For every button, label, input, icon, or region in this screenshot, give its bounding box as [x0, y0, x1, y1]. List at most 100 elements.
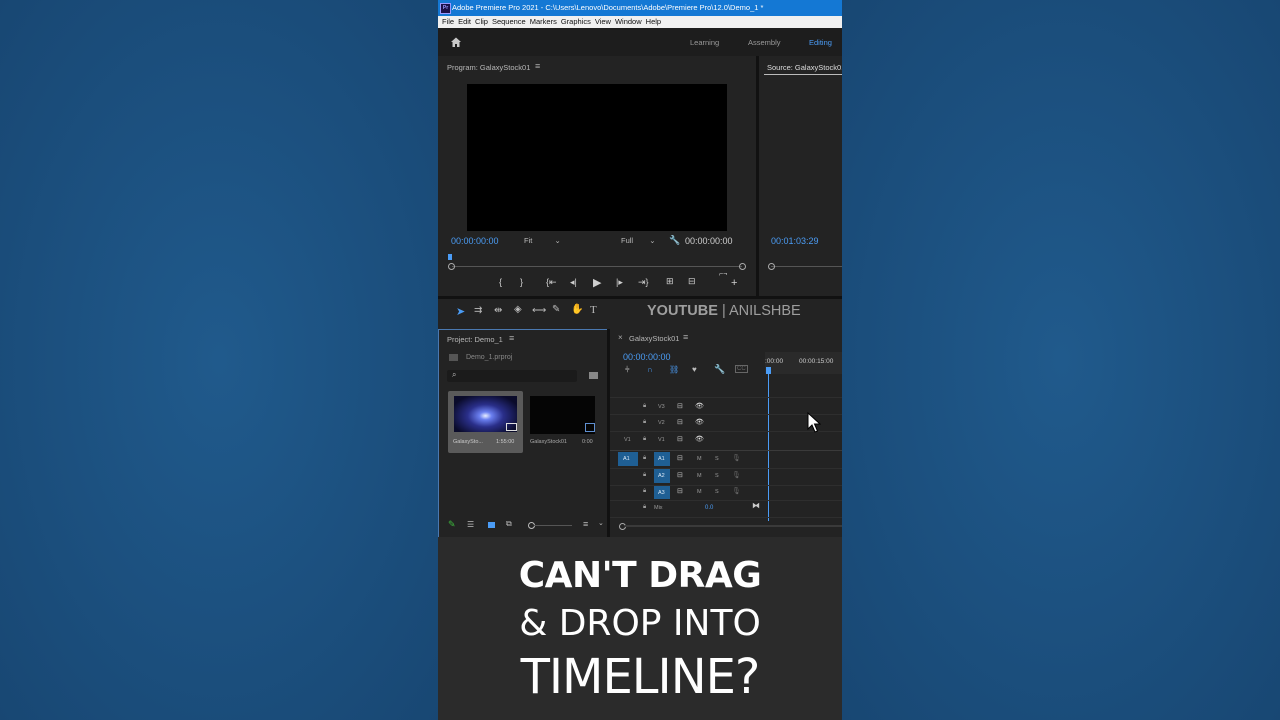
- insert-nest-icon[interactable]: ⫩: [625, 365, 630, 375]
- step-back-icon[interactable]: ◂|: [570, 277, 577, 288]
- track-label-v2[interactable]: V2: [658, 420, 665, 426]
- menu-window[interactable]: Window: [615, 17, 642, 26]
- solo-button[interactable]: S: [715, 456, 719, 462]
- sync-lock-icon[interactable]: ⊟: [677, 471, 683, 479]
- icon-view-icon[interactable]: [488, 522, 495, 528]
- playhead-head[interactable]: [766, 367, 771, 374]
- sync-lock-icon[interactable]: ⊟: [677, 435, 683, 443]
- lock-icon[interactable]: 🔒︎: [643, 504, 646, 511]
- step-forward-icon[interactable]: |▸: [616, 277, 623, 288]
- program-playhead-timecode[interactable]: 00:00:00:00: [451, 236, 499, 246]
- panel-menu-icon[interactable]: ≡: [535, 61, 540, 71]
- scroll-handle-left[interactable]: [448, 263, 455, 270]
- timeline-timecode[interactable]: 00:00:00:00: [623, 352, 671, 362]
- menu-edit[interactable]: Edit: [458, 17, 471, 26]
- source-scrub-bar[interactable]: [771, 266, 842, 267]
- source-monitor-title[interactable]: Source: GalaxyStock01: [767, 63, 842, 72]
- go-to-end-icon[interactable]: ⧓: [752, 501, 760, 510]
- project-search-input[interactable]: [447, 370, 577, 382]
- selection-tool-icon[interactable]: ➤: [456, 305, 465, 318]
- source-timecode[interactable]: 00:01:03:29: [771, 236, 819, 246]
- mark-in-icon[interactable]: {: [499, 277, 502, 287]
- slip-tool-icon[interactable]: ⟷: [532, 305, 546, 316]
- chevron-down-icon[interactable]: ⌄: [598, 519, 604, 527]
- pen-tool-icon[interactable]: ✎: [552, 304, 560, 315]
- menu-sequence[interactable]: Sequence: [492, 17, 526, 26]
- program-monitor-title[interactable]: Program: GalaxyStock01: [447, 63, 530, 72]
- sync-lock-icon[interactable]: ⊟: [677, 418, 683, 426]
- lift-icon[interactable]: ⊞: [666, 276, 674, 287]
- microphone-icon[interactable]: 🎙︎: [732, 487, 741, 495]
- menu-help[interactable]: Help: [646, 17, 661, 26]
- sync-lock-icon[interactable]: ⊟: [677, 454, 683, 462]
- workspace-editing[interactable]: Editing: [809, 38, 832, 47]
- lock-icon[interactable]: 🔒︎: [643, 403, 646, 410]
- extract-icon[interactable]: ⊟: [688, 276, 696, 287]
- settings-wrench-icon[interactable]: 🔧: [714, 364, 725, 375]
- mute-button[interactable]: M: [697, 473, 702, 479]
- sync-lock-icon[interactable]: ⊟: [677, 402, 683, 410]
- zoom-level-dropdown[interactable]: Fit ⌄: [524, 236, 561, 245]
- export-frame-icon[interactable]: ⌐¬: [719, 271, 727, 278]
- play-icon[interactable]: ▶: [593, 276, 601, 289]
- mark-out-icon[interactable]: }: [520, 277, 523, 287]
- scrub-bar[interactable]: [452, 266, 742, 267]
- timeline-horizontal-scrollbar[interactable]: [625, 525, 842, 527]
- scroll-handle-right[interactable]: [739, 263, 746, 270]
- mute-button[interactable]: M: [697, 456, 702, 462]
- eye-icon[interactable]: 👁︎: [695, 418, 704, 426]
- microphone-icon[interactable]: 🎙︎: [732, 471, 741, 479]
- source-patch-v1[interactable]: V1: [624, 437, 631, 443]
- panel-menu-icon[interactable]: ≡: [683, 332, 688, 342]
- clip-thumbnail-card[interactable]: GalaxySto... 1:55:00: [448, 391, 523, 453]
- wrench-icon[interactable]: 🔧: [669, 235, 680, 246]
- menu-file[interactable]: File: [442, 17, 454, 26]
- home-icon[interactable]: [450, 36, 462, 48]
- add-marker-icon[interactable]: ♥: [692, 365, 697, 374]
- go-to-in-icon[interactable]: {⇤: [546, 277, 557, 288]
- snap-magnet-icon[interactable]: ∩: [647, 365, 653, 374]
- eye-icon[interactable]: 👁︎: [695, 435, 704, 443]
- playback-resolution-dropdown[interactable]: Full ⌄: [621, 236, 655, 245]
- menu-graphics[interactable]: Graphics: [561, 17, 591, 26]
- project-panel-title[interactable]: Project: Demo_1: [447, 335, 503, 344]
- captions-icon[interactable]: CC: [735, 365, 748, 373]
- add-button-icon[interactable]: +: [731, 277, 737, 289]
- eye-icon[interactable]: 👁︎: [695, 402, 704, 410]
- razor-tool-icon[interactable]: ◈: [514, 304, 522, 315]
- new-bin-icon[interactable]: [589, 372, 598, 379]
- workspace-assembly[interactable]: Assembly: [748, 38, 781, 47]
- timeline-tab[interactable]: GalaxyStock01: [629, 334, 679, 343]
- track-select-tool-icon[interactable]: ⇉: [474, 305, 482, 316]
- list-view-icon[interactable]: ☰: [467, 520, 474, 529]
- ripple-edit-tool-icon[interactable]: ⇹: [494, 305, 502, 316]
- track-label-v3[interactable]: V3: [658, 404, 665, 410]
- workspace-learning[interactable]: Learning: [690, 38, 719, 47]
- sort-icon[interactable]: ≡: [583, 519, 588, 529]
- lock-icon[interactable]: 🔒︎: [643, 455, 646, 462]
- track-target-a3[interactable]: A3: [654, 486, 670, 499]
- write-protect-icon[interactable]: ✎: [448, 519, 456, 530]
- mute-button[interactable]: M: [697, 489, 702, 495]
- source-patch-a1[interactable]: A1: [618, 452, 638, 466]
- panel-menu-icon[interactable]: ≡: [509, 333, 514, 343]
- lock-icon[interactable]: 🔒︎: [643, 472, 646, 479]
- track-label-v1[interactable]: V1: [658, 437, 665, 443]
- freeform-view-icon[interactable]: ⧉: [506, 519, 512, 529]
- menu-clip[interactable]: Clip: [475, 17, 488, 26]
- lock-icon[interactable]: 🔒︎: [643, 419, 646, 426]
- menu-markers[interactable]: Markers: [530, 17, 557, 26]
- playhead-marker[interactable]: [448, 254, 452, 260]
- sequence-thumbnail-card[interactable]: GalaxyStock01 0:00: [525, 391, 600, 453]
- microphone-icon[interactable]: 🎙︎: [732, 454, 741, 462]
- linked-selection-icon[interactable]: ⛓: [669, 365, 679, 374]
- sync-lock-icon[interactable]: ⊟: [677, 487, 683, 495]
- go-to-out-icon[interactable]: ⇥}: [638, 277, 649, 288]
- hand-tool-icon[interactable]: ✋: [571, 304, 583, 315]
- close-tab-icon[interactable]: ×: [618, 333, 623, 342]
- lock-icon[interactable]: 🔒︎: [643, 488, 646, 495]
- track-target-a2[interactable]: A2: [654, 469, 670, 483]
- lock-icon[interactable]: 🔒︎: [643, 436, 646, 443]
- menu-view[interactable]: View: [595, 17, 611, 26]
- solo-button[interactable]: S: [715, 473, 719, 479]
